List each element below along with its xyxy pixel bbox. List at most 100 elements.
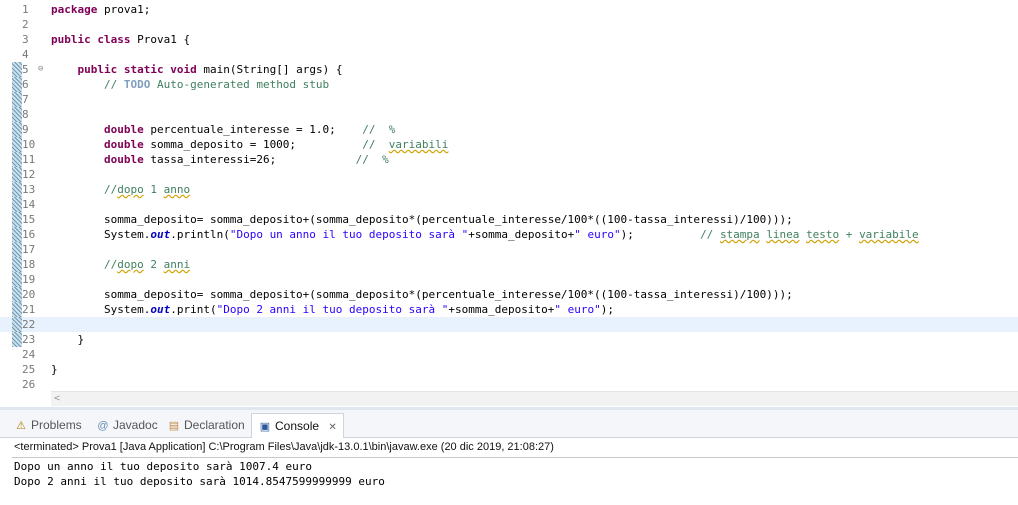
change-marker [12,257,22,272]
code-text: public static void main(String[] args) { [77,63,343,76]
change-marker [12,302,22,317]
line-number: 19 [22,273,36,286]
console-header: <terminated> Prova1 [Java Application] C… [14,441,554,453]
bottom-view-tabbar: ⚠ Problems @ Javadoc ▤ Declaration ▣ Console… [0,410,1018,438]
line-number: 9 [22,123,29,136]
line-number: 17 [22,243,36,256]
tab-label: Javadoc [113,418,158,432]
line-number: 15 [22,213,36,226]
change-marker [12,332,22,347]
line-number: 12 [22,168,36,181]
console-output[interactable]: <terminated> Prova1 [Java Application] C… [0,438,1018,505]
tab-problems[interactable]: ⚠ Problems [14,413,82,437]
change-marker [12,107,22,122]
code-text: somma_deposito= somma_deposito+(somma_de… [51,213,793,226]
change-marker [12,92,22,107]
change-marker [12,227,22,242]
line-number: 13 [22,183,36,196]
line-number: 26 [22,378,36,391]
line-number: 2 [22,18,29,31]
code-text: double tassa_interessi=26; // % [103,153,389,166]
editor-line[interactable]: 24 [0,347,1018,362]
line-number: 1 [22,3,29,16]
change-marker [12,182,22,197]
code-text: package prova1; [51,3,151,16]
code-text: public class Prova1 { [51,33,191,46]
line-number: 3 [22,33,29,46]
code-text: System.out.println("Dopo un anno il tuo … [51,228,919,241]
editor-line[interactable]: 16 System.out.println("Dopo un anno il t… [0,227,1018,242]
code-text: // TODO Auto-generated method stub [103,78,330,91]
editor-line[interactable]: 9 double percentuale_interesse = 1.0; //… [0,122,1018,137]
change-marker [12,167,22,182]
line-number: 11 [22,153,36,166]
tab-javadoc[interactable]: @ Javadoc [96,413,158,437]
fold-toggle-icon[interactable]: ⊖ [38,62,43,77]
console-divider [12,457,1018,458]
editor-line[interactable]: 17 [0,242,1018,257]
tab-console[interactable]: ▣ Console ✕ [251,413,344,438]
scroll-left-arrow[interactable]: < [51,392,63,406]
change-marker [12,62,22,77]
editor-line[interactable]: 6 // TODO Auto-generated method stub [0,77,1018,92]
line-number: 18 [22,258,36,271]
line-number: 6 [22,78,29,91]
line-number: 23 [22,333,36,346]
line-number: 4 [22,48,29,61]
line-number: 8 [22,108,29,121]
change-marker [12,242,22,257]
editor-line[interactable]: 1 package prova1; [0,2,1018,17]
editor-line[interactable]: 2 [0,17,1018,32]
change-marker [12,197,22,212]
line-number: 7 [22,93,29,106]
editor-line[interactable]: 23 } [0,332,1018,347]
editor-line[interactable]: 20 somma_deposito= somma_deposito+(somma… [0,287,1018,302]
editor-line[interactable]: 11 double tassa_interessi=26; // % [0,152,1018,167]
editor-line[interactable]: 13 //dopo 1 anno [0,182,1018,197]
change-marker [12,77,22,92]
tab-label: Problems [31,418,82,432]
change-marker [12,317,22,332]
editor-line[interactable]: 26 [0,377,1018,392]
close-icon[interactable]: ✕ [328,422,336,433]
change-marker [12,152,22,167]
editor-line[interactable]: 21 System.out.print("Dopo 2 anni il tuo … [0,302,1018,317]
line-number: 14 [22,198,36,211]
line-number: 22 [22,318,36,331]
line-number: 20 [22,288,36,301]
editor-line[interactable]: 22 [0,317,1018,332]
editor-line[interactable]: 12 [0,167,1018,182]
tab-declaration[interactable]: ▤ Declaration [167,413,245,437]
code-editor[interactable]: 1 package prova1; 2 3 public class Prova1 {4… [0,0,1018,406]
line-number: 21 [22,303,36,316]
editor-line[interactable]: 19 [0,272,1018,287]
line-number: 24 [22,348,36,361]
editor-line[interactable]: 25} [0,362,1018,377]
tab-label: Console [275,419,320,433]
line-number: 16 [22,228,36,241]
code-text: double percentuale_interesse = 1.0; // % [103,123,396,136]
tab-label: Declaration [184,418,245,432]
code-text: //dopo 2 anni [103,258,191,271]
code-text: somma_deposito= somma_deposito+(somma_de… [51,288,793,301]
code-text: //dopo 1 anno [103,183,191,196]
editor-line[interactable]: 15 somma_deposito= somma_deposito+(somma… [0,212,1018,227]
editor-line[interactable]: 10 double somma_deposito = 1000; // vari… [0,137,1018,152]
editor-line[interactable]: 3 public class Prova1 { [0,32,1018,47]
editor-line[interactable]: 8 [0,107,1018,122]
javadoc-icon: @ [97,420,109,432]
console-icon: ▣ [259,421,271,433]
change-marker [12,272,22,287]
editor-line[interactable]: 18 //dopo 2 anni [0,257,1018,272]
editor-line[interactable]: 5 ⊖ public static void main(String[] args… [0,62,1018,77]
horizontal-scrollbar[interactable]: < [51,391,1018,406]
editor-line[interactable]: 7 [0,92,1018,107]
line-number: 25 [22,363,36,376]
code-text: System.out.print("Dopo 2 anni il tuo dep… [51,303,614,316]
editor-line[interactable]: 4 [0,47,1018,62]
code-text: double somma_deposito = 1000; // variabi… [103,138,449,151]
console-line: Dopo 2 anni il tuo deposito sarà 1014.85… [14,475,385,488]
editor-line[interactable]: 14 [0,197,1018,212]
code-text: } [51,333,85,346]
code-text: } [51,363,58,376]
